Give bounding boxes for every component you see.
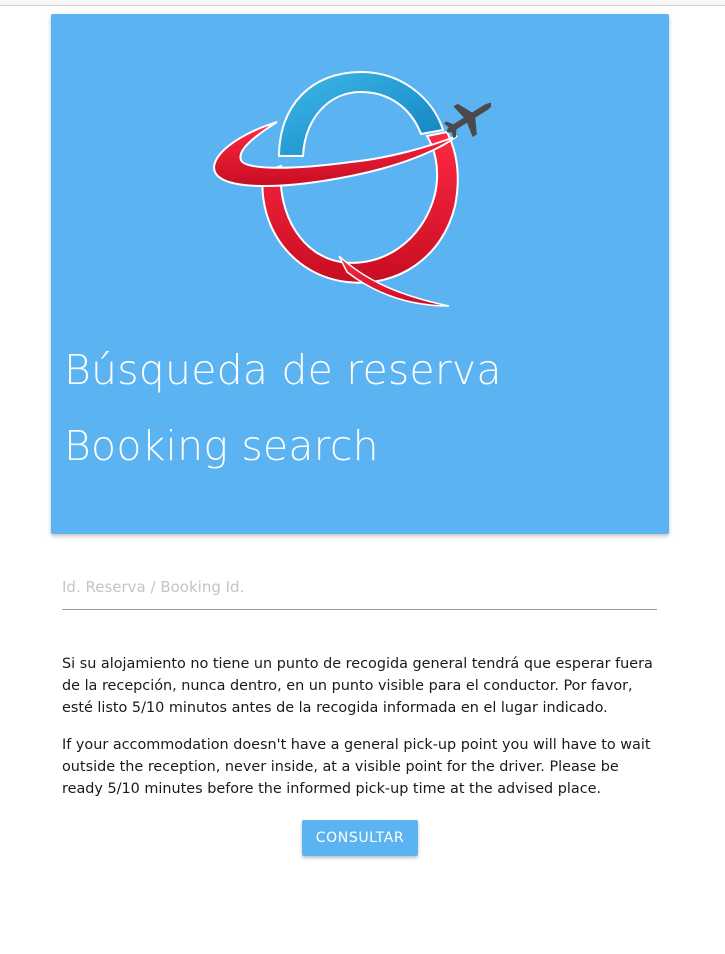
browser-top-edge	[0, 0, 725, 6]
booking-id-input[interactable]	[62, 574, 657, 600]
pickup-notice-spanish: Si su alojamiento no tiene un punto de r…	[62, 656, 653, 716]
hero-card: Búsqueda de reserva Booking search	[51, 14, 669, 534]
booking-id-field[interactable]	[62, 568, 657, 610]
consult-button[interactable]: CONSULTAR	[302, 820, 418, 856]
page-title-english: Booking search	[64, 422, 379, 470]
pickup-notice-english: If your accommodation doesn't have a gen…	[62, 737, 651, 797]
page-title-spanish: Búsqueda de reserva	[64, 346, 502, 394]
airplane-q-logo-icon	[213, 70, 491, 307]
